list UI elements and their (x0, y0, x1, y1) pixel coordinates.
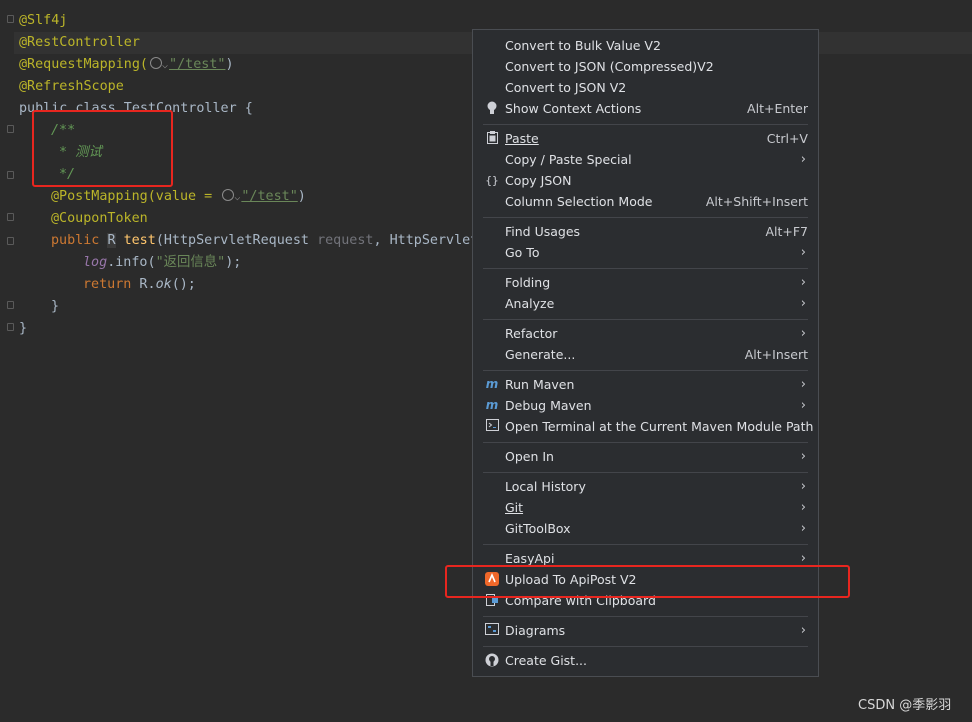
fold-marker-icon[interactable] (7, 323, 14, 331)
chevron-right-icon: › (800, 449, 806, 464)
code-line: @RestController (19, 35, 140, 50)
menu-item-analyze[interactable]: Analyze › (473, 293, 818, 314)
menu-item-refactor[interactable]: Refactor › (473, 323, 818, 344)
menu-separator (483, 370, 808, 371)
menu-item-find-usages[interactable]: Find Usages Alt+F7 (473, 221, 818, 242)
chevron-down-icon[interactable]: ⌵ (234, 192, 240, 203)
menu-item-open-terminal-maven[interactable]: Open Terminal at the Current Maven Modul… (473, 416, 818, 437)
menu-separator (483, 319, 808, 320)
menu-item-convert-bulk-value[interactable]: Convert to Bulk Value V2 (473, 35, 818, 56)
menu-item-copy-json[interactable]: {} Copy JSON (473, 170, 818, 191)
chevron-down-icon[interactable]: ⌵ (162, 60, 168, 71)
terminal-icon (484, 419, 500, 434)
menu-item-git[interactable]: Git › (473, 497, 818, 518)
chevron-right-icon: › (800, 479, 806, 494)
menu-item-local-history[interactable]: Local History › (473, 476, 818, 497)
menu-item-go-to[interactable]: Go To › (473, 242, 818, 263)
code-line: @CouponToken (51, 211, 148, 226)
web-globe-icon[interactable] (222, 189, 235, 201)
code-line: log.info("返回信息"); (83, 255, 242, 270)
menu-item-diagrams[interactable]: Diagrams › (473, 620, 818, 641)
chevron-right-icon: › (800, 500, 806, 515)
diagram-icon (484, 623, 500, 638)
chevron-right-icon: › (800, 377, 806, 392)
menu-item-show-context-actions[interactable]: Show Context Actions Alt+Enter (473, 98, 818, 119)
chevron-right-icon: › (800, 152, 806, 167)
code-line: return R.ok(); (83, 277, 196, 292)
chevron-right-icon: › (800, 275, 806, 290)
menu-separator (483, 646, 808, 647)
menu-separator (483, 616, 808, 617)
menu-item-copy-paste-special[interactable]: Copy / Paste Special › (473, 149, 818, 170)
code-line: @PostMapping(value = ⌵"/test") (51, 189, 306, 204)
lightbulb-icon (484, 101, 500, 116)
menu-item-convert-json-compressed[interactable]: Convert to JSON (Compressed)V2 (473, 56, 818, 77)
chevron-right-icon: › (800, 296, 806, 311)
menu-separator (483, 544, 808, 545)
fold-marker-icon[interactable] (7, 213, 14, 221)
maven-debug-icon: m (485, 398, 499, 412)
menu-item-create-gist[interactable]: Create Gist... (473, 650, 818, 671)
annotation-highlight-box (32, 110, 173, 187)
chevron-right-icon: › (800, 521, 806, 536)
code-line: @RefreshScope (19, 79, 124, 94)
code-line: } (19, 321, 28, 336)
annotation-highlight-box (445, 565, 850, 598)
fold-marker-icon[interactable] (7, 15, 14, 23)
chevron-right-icon: › (800, 398, 806, 413)
editor-gutter (0, 0, 14, 722)
menu-item-debug-maven[interactable]: m Debug Maven › (473, 395, 818, 416)
fold-marker-icon[interactable] (7, 125, 14, 133)
clipboard-icon (484, 131, 500, 146)
maven-run-icon: m (485, 377, 499, 391)
menu-item-column-selection-mode[interactable]: Column Selection Mode Alt+Shift+Insert (473, 191, 818, 212)
chevron-right-icon: › (800, 245, 806, 260)
web-globe-icon[interactable] (150, 57, 162, 69)
menu-item-generate[interactable]: Generate... Alt+Insert (473, 344, 818, 365)
watermark: CSDN @季影羽 (858, 698, 952, 713)
menu-separator (483, 472, 808, 473)
code-line: public R test(HttpServletRequest request… (51, 233, 479, 248)
menu-separator (483, 442, 808, 443)
menu-separator (483, 268, 808, 269)
menu-item-folding[interactable]: Folding › (473, 272, 818, 293)
menu-item-open-in[interactable]: Open In › (473, 446, 818, 467)
code-line: @RequestMapping(⌵"/test") (19, 57, 234, 72)
braces-icon: {} (485, 174, 499, 187)
menu-separator (483, 124, 808, 125)
menu-item-run-maven[interactable]: m Run Maven › (473, 374, 818, 395)
menu-item-convert-json[interactable]: Convert to JSON V2 (473, 77, 818, 98)
chevron-right-icon: › (800, 623, 806, 638)
chevron-right-icon: › (800, 326, 806, 341)
github-icon (484, 653, 500, 668)
menu-item-gittoolbox[interactable]: GitToolBox › (473, 518, 818, 539)
fold-marker-icon[interactable] (7, 301, 14, 309)
fold-marker-icon[interactable] (7, 237, 14, 245)
code-line: @Slf4j (19, 13, 68, 28)
menu-separator (483, 217, 808, 218)
fold-marker-icon[interactable] (7, 171, 14, 179)
menu-item-paste[interactable]: Paste Ctrl+V (473, 128, 818, 149)
code-line: } (51, 299, 60, 314)
